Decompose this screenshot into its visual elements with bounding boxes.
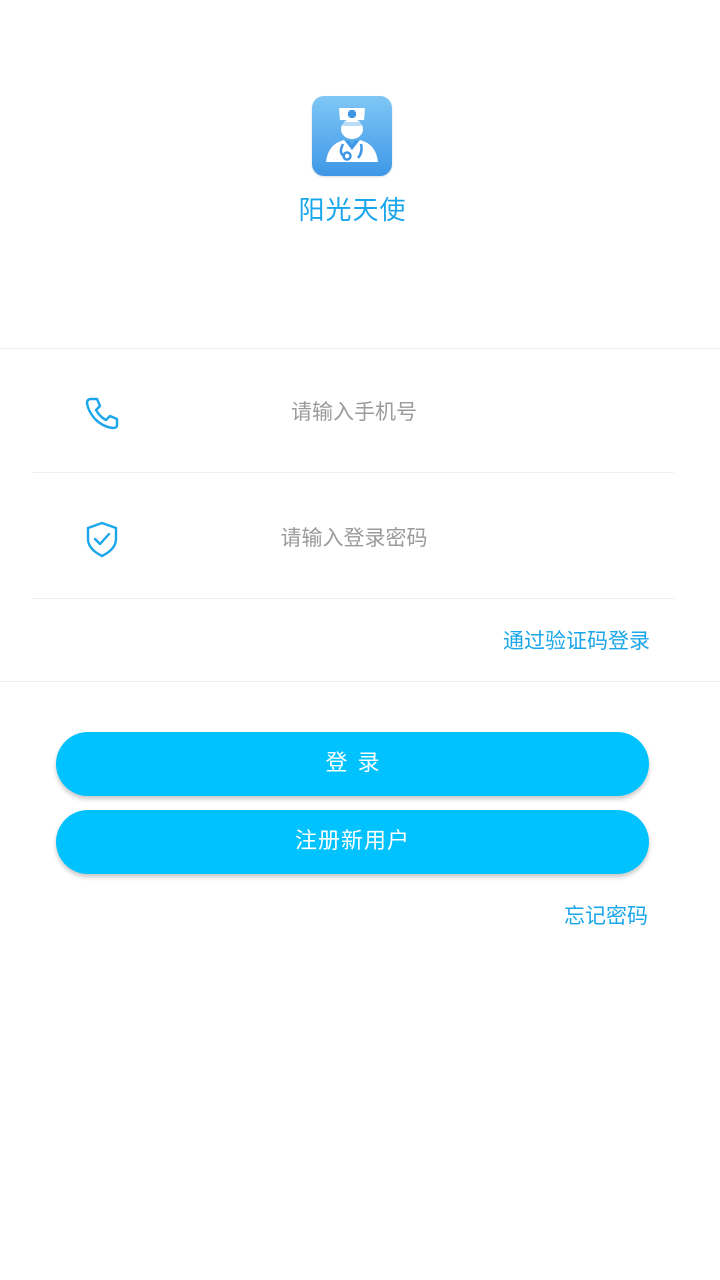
phone-row bbox=[32, 349, 674, 473]
sms-login-link[interactable]: 通过验证码登录 bbox=[503, 625, 650, 655]
app-name: 阳光天使 bbox=[298, 196, 407, 226]
register-button[interactable]: 注册新用户 bbox=[56, 810, 649, 874]
app-logo bbox=[312, 96, 392, 176]
phone-icon bbox=[85, 397, 119, 430]
doctor-avatar-icon bbox=[326, 108, 378, 162]
password-input[interactable] bbox=[172, 515, 536, 561]
login-page: 阳光天使 通过验证码登录 登录 注册新用户 忘记密码 bbox=[0, 0, 720, 1280]
forgot-password-link[interactable]: 忘记密码 bbox=[564, 900, 648, 930]
login-button[interactable]: 登录 bbox=[56, 732, 649, 796]
login-form: 通过验证码登录 bbox=[0, 348, 720, 682]
shield-check-icon bbox=[86, 521, 118, 558]
password-row bbox=[32, 475, 674, 599]
phone-input[interactable] bbox=[172, 389, 536, 435]
